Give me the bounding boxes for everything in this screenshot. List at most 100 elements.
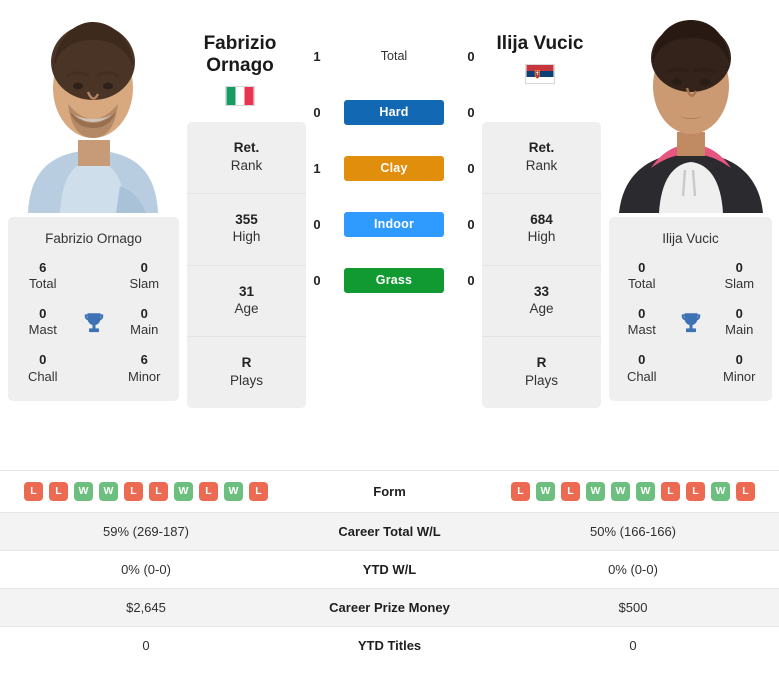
h2h-indoor-right: 0 [467,216,475,232]
right-career-total-wl: 50% (166-166) [590,524,676,539]
form-badge-loss: L [199,482,218,501]
left-player-last-name: Ornago [206,54,274,76]
left-titles-minor-value: 6 [140,352,148,368]
left-titles-total: 6 Total [14,260,72,293]
left-career-total-wl: 59% (269-187) [103,524,189,539]
right-rank-row-high: 684 High [482,194,601,266]
left-titles-mast-value: 0 [39,306,47,322]
right-titles-mast-value: 0 [638,306,646,322]
form-badge-win: W [536,482,555,501]
form-badge-loss: L [561,482,580,501]
right-form-strip: LWLWWWLLWL [491,482,775,501]
right-high-value: 684 [530,211,553,227]
left-titles-grid: 6 Total 0 Slam 0 Mast 0 Main 0 Chall 6 M… [14,260,173,385]
h2h-row-clay: 1 Clay 0 [306,140,482,196]
left-form-strip: LLWWLLWLWL [4,482,288,501]
left-player-name-heading[interactable]: Fabrizio Ornago [182,33,298,106]
right-titles-slam-value: 0 [735,260,743,275]
right-age-value: 33 [533,283,550,299]
right-titles-card: Ilija Vucic 0 Total 0 Slam 0 Mast 0 Main… [609,217,772,402]
right-ytd-wl: 0% (0-0) [608,562,658,577]
surface-badge-indoor[interactable]: Indoor [344,211,444,237]
surface-badge-clay[interactable]: Clay [344,155,444,181]
right-career-prize-money: $500 [618,600,648,615]
right-titles-total-label: Total [628,276,656,292]
left-rank-card: Ret. Rank 355 High 31 Age R Plays [187,122,306,409]
form-badge-win: W [611,482,630,501]
left-titles-chall-value: 0 [39,352,47,368]
left-titles-slam-label: Slam [129,276,160,292]
left-plays-label: Plays [229,372,263,388]
right-rank-value: Ret. [528,140,555,155]
form-badge-win: W [74,482,93,501]
row-label-career-total-wl: Career Total W/L [338,524,441,539]
right-titles-chall-label: Chall [626,368,657,384]
right-rank-column: Ret. Rank 684 High 33 Age R Plays [482,122,601,409]
left-titles-player-name: Fabrizio Ornago [45,231,142,246]
left-titles-minor: 6 Minor [116,352,174,385]
table-row-form: LLWWLLWLWL Form LWLWWWLLWL [0,470,779,513]
left-titles-chall-label: Chall [27,368,58,384]
right-rank-card: Ret. Rank 684 High 33 Age R Plays [482,122,601,409]
h2h-row-indoor: 0 Indoor 0 [306,196,482,252]
right-player-name-heading[interactable]: Ilija Vucic [480,33,600,84]
comparison-stats-table: LLWWLLWLWL Form LWLWWWLLWL 59% (269-187)… [0,470,779,664]
form-badge-win: W [586,482,605,501]
h2h-indoor-mid: Indoor [342,211,446,237]
right-flag-wrap [480,63,600,84]
right-ytd-titles: 0 [629,638,637,653]
right-plays-label: Plays [524,372,558,388]
form-badge-win: W [224,482,243,501]
right-titles-minor-value: 0 [735,352,743,368]
form-badge-win: W [99,482,118,501]
left-rank-label: Rank [230,157,263,173]
left-titles-main-value: 0 [140,306,148,322]
right-player-photo [601,0,779,213]
surface-badge-grass[interactable]: Grass [344,267,444,293]
left-player-column: Fabrizio Ornago 6 Total 0 Slam 0 Mast 0 … [0,0,187,402]
h2h-grass-left: 0 [313,272,321,288]
left-titles-total-value: 6 [39,260,47,275]
left-age-value: 31 [238,283,255,299]
right-rank-row-age: 33 Age [482,266,601,338]
h2h-hard-mid: Hard [342,99,446,125]
trophy-icon [72,310,116,336]
form-badge-loss: L [249,482,268,501]
left-ytd-titles: 0 [142,638,150,653]
table-row-career-total-wl: 59% (269-187) Career Total W/L 50% (166-… [0,512,779,551]
head-to-head-column: 1 Total 0 0 Hard 0 1 Clay 0 0 Indoor 0 0… [306,0,482,308]
left-rank-column: Ret. Rank 355 High 31 Age R Plays [187,122,306,409]
form-badge-loss: L [736,482,755,501]
right-plays-value: R [536,355,547,371]
right-high-label: High [527,229,556,245]
left-flag-wrap [182,85,298,106]
left-titles-minor-label: Minor [127,368,161,384]
left-titles-main: 0 Main [116,306,174,339]
right-titles-slam-label: Slam [724,276,755,292]
right-titles-main-label: Main [725,322,754,338]
left-rank-row-plays: R Plays [187,337,306,408]
row-label-form: Form [373,484,406,499]
head-to-head-block: 1 Total 0 0 Hard 0 1 Clay 0 0 Indoor 0 0… [306,28,482,308]
h2h-clay-mid: Clay [342,155,446,181]
form-badge-loss: L [686,482,705,501]
left-titles-slam: 0 Slam [116,260,174,293]
h2h-total-label: Total [380,49,408,63]
left-rank-row-rank: Ret. Rank [187,122,306,194]
left-titles-main-label: Main [130,322,159,338]
h2h-clay-right: 0 [467,160,475,176]
surface-badge-hard[interactable]: Hard [344,99,444,125]
left-age-label: Age [234,301,259,317]
trophy-icon [669,310,713,336]
right-titles-minor: 0 Minor [713,352,767,385]
h2h-total-right: 0 [467,48,475,64]
form-badge-win: W [174,482,193,501]
right-form-cell: LWLWWWLLWL [487,471,779,513]
right-titles-mast: 0 Mast [615,306,669,339]
right-titles-main: 0 Main [713,306,767,339]
form-badge-win: W [636,482,655,501]
right-titles-chall: 0 Chall [615,352,669,385]
left-titles-total-label: Total [29,276,57,292]
right-titles-slam: 0 Slam [713,260,767,293]
h2h-clay-left: 1 [313,160,321,176]
